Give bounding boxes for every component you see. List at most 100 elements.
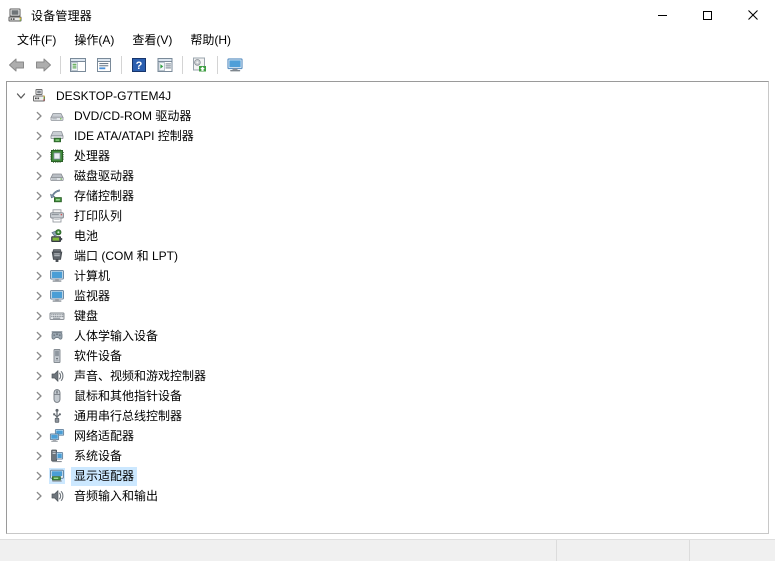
- help-button[interactable]: ?: [127, 54, 151, 76]
- chevron-right-icon[interactable]: [31, 408, 47, 424]
- menu-view[interactable]: 查看(V): [123, 31, 181, 51]
- status-cell-secondary: [557, 540, 690, 561]
- status-cell-tertiary: [690, 540, 775, 561]
- battery-icon: [49, 228, 65, 244]
- tree-node-mouse[interactable]: 鼠标和其他指针设备: [7, 386, 768, 406]
- chevron-right-icon[interactable]: [31, 188, 47, 204]
- mouse-icon: [49, 388, 65, 404]
- device-tree[interactable]: DESKTOP-G7TEM4J DVD/CD-ROM 驱动器 IDE ATA/A…: [6, 81, 769, 534]
- display-device-button[interactable]: [223, 54, 247, 76]
- ide-controller-icon: [49, 128, 65, 144]
- chevron-right-icon[interactable]: [31, 168, 47, 184]
- tree-node-processor[interactable]: 处理器: [7, 146, 768, 166]
- maximize-button[interactable]: [685, 0, 730, 30]
- tree-node-root[interactable]: DESKTOP-G7TEM4J: [7, 86, 768, 106]
- chevron-right-icon[interactable]: [31, 388, 47, 404]
- tree-node-label: 系统设备: [74, 448, 123, 463]
- tree-node-display-adapter[interactable]: 显示适配器: [7, 466, 768, 486]
- chevron-right-icon[interactable]: [31, 328, 47, 344]
- status-bar: [0, 539, 775, 561]
- tree-node-label: 存储控制器: [74, 188, 135, 203]
- minimize-button[interactable]: [640, 0, 685, 30]
- chevron-right-icon[interactable]: [31, 108, 47, 124]
- computer-root-icon: [31, 88, 47, 104]
- tree-node-ports[interactable]: 端口 (COM 和 LPT): [7, 246, 768, 266]
- properties-button[interactable]: [92, 54, 116, 76]
- chevron-right-icon[interactable]: [31, 148, 47, 164]
- tree-node-label: 监视器: [74, 288, 111, 303]
- back-button[interactable]: [5, 54, 29, 76]
- tree-node-label: 计算机: [74, 268, 111, 283]
- network-adapter-icon: [49, 428, 65, 444]
- menu-file[interactable]: 文件(F): [8, 31, 65, 51]
- tree-node-software-device[interactable]: 软件设备: [7, 346, 768, 366]
- tree-node-network-adapter[interactable]: 网络适配器: [7, 426, 768, 446]
- tree-node-keyboard[interactable]: 键盘: [7, 306, 768, 326]
- tree-node-label: 端口 (COM 和 LPT): [74, 248, 178, 263]
- chevron-right-icon[interactable]: [31, 228, 47, 244]
- chevron-right-icon[interactable]: [31, 308, 47, 324]
- sound-icon: [49, 368, 65, 384]
- tree-node-label: 电池: [74, 228, 99, 243]
- chevron-right-icon[interactable]: [31, 268, 47, 284]
- chevron-right-icon[interactable]: [31, 448, 47, 464]
- tree-node-label: 磁盘驱动器: [74, 168, 135, 183]
- tree-node-disk-drive[interactable]: 磁盘驱动器: [7, 166, 768, 186]
- tree-node-audio-io[interactable]: 音频输入和输出: [7, 486, 768, 506]
- tree-node-system-device[interactable]: 系统设备: [7, 446, 768, 466]
- usb-icon: [49, 408, 65, 424]
- monitor-icon: [49, 288, 65, 304]
- forward-button[interactable]: [31, 54, 55, 76]
- tree-node-print-queue[interactable]: 打印队列: [7, 206, 768, 226]
- device-manager-icon: [7, 7, 23, 23]
- tree-node-label: 键盘: [74, 308, 99, 323]
- tree-node-label: 打印队列: [74, 208, 123, 223]
- chevron-down-icon[interactable]: [13, 88, 29, 104]
- chevron-right-icon[interactable]: [31, 488, 47, 504]
- chevron-right-icon[interactable]: [31, 468, 47, 484]
- show-hide-console-tree-icon: [69, 57, 87, 73]
- tree-node-computer[interactable]: 计算机: [7, 266, 768, 286]
- port-icon: [49, 248, 65, 264]
- keyboard-icon: [49, 308, 65, 324]
- tree-node-storage-controller[interactable]: 存储控制器: [7, 186, 768, 206]
- close-button[interactable]: [730, 0, 775, 30]
- help-icon: ?: [131, 57, 147, 73]
- tree-node-label: DESKTOP-G7TEM4J: [56, 88, 172, 103]
- tree-node-label: 声音、视频和游戏控制器: [74, 368, 207, 383]
- chevron-right-icon[interactable]: [31, 128, 47, 144]
- chevron-right-icon[interactable]: [31, 368, 47, 384]
- toolbar-separator: [217, 56, 218, 74]
- tree-node-dvd-drive[interactable]: DVD/CD-ROM 驱动器: [7, 106, 768, 126]
- menu-action[interactable]: 操作(A): [65, 31, 123, 51]
- forward-icon: [34, 57, 52, 73]
- display-device-icon: [226, 57, 244, 73]
- audio-io-icon: [49, 488, 65, 504]
- tree-node-label: 软件设备: [74, 348, 123, 363]
- update-driver-button[interactable]: [188, 54, 212, 76]
- tree-node-label: IDE ATA/ATAPI 控制器: [74, 128, 194, 143]
- tree-node-monitor[interactable]: 监视器: [7, 286, 768, 306]
- toolbar-separator: [182, 56, 183, 74]
- chevron-right-icon[interactable]: [31, 248, 47, 264]
- chevron-right-icon[interactable]: [31, 348, 47, 364]
- tree-node-hid[interactable]: 人体学输入设备: [7, 326, 768, 346]
- chevron-right-icon[interactable]: [31, 288, 47, 304]
- svg-text:?: ?: [136, 60, 143, 72]
- tree-node-label: 处理器: [74, 148, 111, 163]
- system-device-icon: [49, 448, 65, 464]
- tree-node-sound-video-game[interactable]: 声音、视频和游戏控制器: [7, 366, 768, 386]
- scan-hardware-changes-button[interactable]: [153, 54, 177, 76]
- tree-node-ide-controller[interactable]: IDE ATA/ATAPI 控制器: [7, 126, 768, 146]
- menu-help[interactable]: 帮助(H): [181, 31, 240, 51]
- dvd-drive-icon: [49, 108, 65, 124]
- tree-node-usb-controller[interactable]: 通用串行总线控制器: [7, 406, 768, 426]
- status-cell-main: [0, 540, 557, 561]
- menu-bar: 文件(F) 操作(A) 查看(V) 帮助(H): [0, 30, 775, 52]
- display-adapter-icon: [49, 468, 65, 484]
- chevron-right-icon[interactable]: [31, 208, 47, 224]
- tree-node-label: DVD/CD-ROM 驱动器: [74, 108, 192, 123]
- tree-node-battery[interactable]: 电池: [7, 226, 768, 246]
- chevron-right-icon[interactable]: [31, 428, 47, 444]
- show-hide-console-tree-button[interactable]: [66, 54, 90, 76]
